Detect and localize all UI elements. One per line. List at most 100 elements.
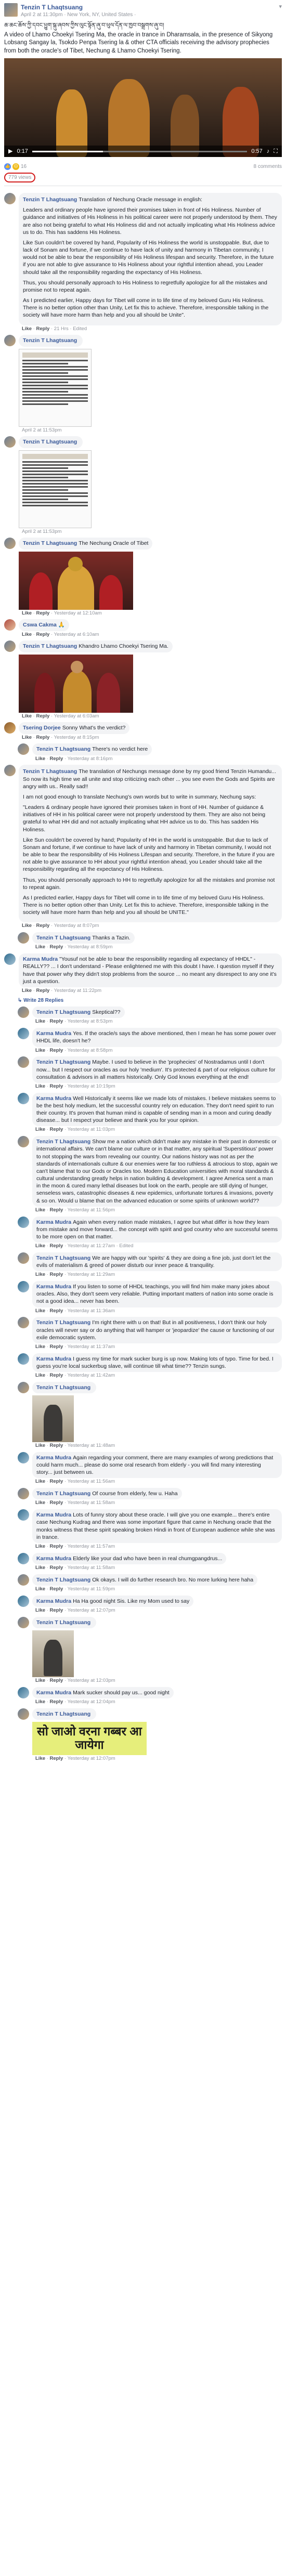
like-link[interactable]: Like (35, 1083, 45, 1089)
comment-time[interactable]: Yesterday at 11:27am · Edited (68, 1243, 134, 1249)
commenter-name[interactable]: Tenzin T Lhagtsuang (36, 1059, 90, 1065)
like-link[interactable]: Like (35, 1607, 45, 1613)
like-link[interactable]: Like (35, 1048, 45, 1053)
avatar[interactable] (18, 1056, 29, 1068)
avatar[interactable] (4, 640, 16, 652)
comment-time[interactable]: Yesterday at 8:16pm (68, 756, 113, 762)
gif-image[interactable] (32, 1395, 74, 1443)
reply-link[interactable]: Reply (36, 632, 49, 637)
comment-time[interactable]: Yesterday at 11:36am (68, 1308, 115, 1314)
commenter-name[interactable]: Karma Mudra (36, 1598, 71, 1604)
commenter-name[interactable]: Karma Mudra (36, 1555, 71, 1562)
commenter-name[interactable]: Tenzin T Lhagtsuang (36, 1139, 90, 1145)
comment-time[interactable]: Yesterday at 11:48am (68, 1443, 115, 1448)
avatar[interactable] (18, 1452, 29, 1463)
commenter-name[interactable]: Tenzin T Lhagtsuang (36, 1711, 90, 1717)
comment-time[interactable]: Yesterday at 6:10am (54, 632, 99, 637)
like-link[interactable]: Like (22, 923, 32, 929)
like-link[interactable]: Like (22, 713, 32, 719)
avatar[interactable] (18, 1092, 29, 1104)
oracle-photo[interactable] (19, 551, 133, 610)
commenter-name[interactable]: Tenzin T Lhagtsuang (36, 935, 90, 941)
commenter-name[interactable]: Tsering Dorjee (23, 725, 61, 731)
commenter-name[interactable]: Karma Mudra (36, 1455, 71, 1461)
comment-time[interactable]: April 2 at 11:53pm (22, 529, 61, 534)
avatar[interactable] (18, 1006, 29, 1018)
commenter-name[interactable]: Tenzin T Lhagtsuang (36, 1577, 90, 1583)
reply-link[interactable]: Reply (49, 756, 63, 762)
comment-time[interactable]: Yesterday at 12:07pm (68, 1607, 115, 1613)
reply-link[interactable]: Reply (49, 1607, 63, 1613)
like-link[interactable]: Like (35, 1586, 45, 1592)
reply-link[interactable]: Reply (49, 1344, 63, 1350)
commenter-name[interactable]: Tenzin T Lhagtsuang (23, 337, 77, 344)
avatar[interactable] (18, 1708, 29, 1720)
like-link[interactable]: Like (35, 1678, 45, 1683)
comment-time[interactable]: Yesterday at 11:22pm (54, 988, 101, 993)
commenter-name[interactable]: Karma Mudra (36, 1284, 71, 1290)
avatar[interactable] (4, 335, 16, 347)
reply-link[interactable]: Reply (49, 1272, 63, 1277)
hindi-meme-banner[interactable]: सो जाओ वरना गब्बर आ जायेगा (32, 1721, 147, 1755)
avatar[interactable] (18, 1281, 29, 1293)
commenter-name[interactable]: Tenzin T Lhagtsuang (36, 746, 90, 752)
avatar[interactable] (18, 1136, 29, 1148)
post-date[interactable]: April 2 at 11:30pm · New York, NY, Unite… (21, 11, 136, 19)
like-link[interactable]: Like (22, 988, 32, 993)
comment-time[interactable]: Yesterday at 12:07pm (68, 1756, 115, 1761)
comment-time[interactable]: Yesterday at 6:03am (54, 713, 99, 719)
document-image[interactable] (19, 450, 92, 528)
reply-link[interactable]: Reply (36, 923, 49, 929)
avatar[interactable] (18, 1552, 29, 1564)
commenter-name[interactable]: Karma Mudra (23, 956, 58, 962)
avatar[interactable] (4, 619, 16, 631)
like-link[interactable]: Like (35, 1443, 45, 1448)
reply-link[interactable]: Reply (49, 1308, 63, 1314)
author-name[interactable]: Tenzin T Lhaqtsuang (21, 3, 136, 11)
like-link[interactable]: Like (35, 1544, 45, 1549)
commenter-name[interactable]: Karma Mudra (36, 1512, 71, 1518)
comment-time[interactable]: Yesterday at 11:37am (68, 1344, 115, 1350)
reply-link[interactable]: Reply (49, 944, 63, 950)
comment-time[interactable]: Yesterday at 11:58am (68, 1565, 115, 1571)
comment-time[interactable]: Yesterday at 11:57am (68, 1544, 115, 1549)
reply-link[interactable]: Reply (36, 610, 49, 616)
comment-time[interactable]: Yesterday at 11:29am (68, 1272, 115, 1277)
commenter-name[interactable]: Tenzin T Lhagtsuang (36, 1009, 90, 1015)
commenter-name[interactable]: Karma Mudra (36, 1356, 71, 1362)
commenter-name[interactable]: Karma Mudra (36, 1095, 71, 1102)
avatar[interactable] (4, 765, 16, 777)
commenter-name[interactable]: Karma Mudra (36, 1219, 71, 1225)
reply-link[interactable]: Reply (49, 1479, 63, 1484)
comment-time[interactable]: Yesterday at 8:07pm (54, 923, 99, 929)
like-link[interactable]: Like (35, 944, 45, 950)
comment-count[interactable]: 8 comments (254, 163, 282, 171)
like-link[interactable]: Like (35, 1272, 45, 1277)
reply-link[interactable]: Reply (49, 1756, 63, 1761)
comment-time[interactable]: Yesterday at 8:15pm (54, 735, 99, 740)
avatar[interactable] (18, 932, 29, 944)
like-link[interactable]: Like (35, 1500, 45, 1506)
reply-link[interactable]: Reply (49, 1127, 63, 1132)
reply-link[interactable]: Reply (36, 735, 49, 740)
like-link[interactable]: Like (35, 1127, 45, 1132)
like-link[interactable]: Like (35, 1018, 45, 1024)
like-link[interactable]: Like (35, 1344, 45, 1350)
like-link[interactable]: Like (35, 756, 45, 762)
reply-link[interactable]: Reply (49, 1678, 63, 1683)
comment-time[interactable]: Yesterday at 11:56am (68, 1479, 115, 1484)
post-options-icon[interactable]: ▾ (279, 3, 282, 11)
reply-link[interactable]: Reply (36, 713, 49, 719)
avatar[interactable] (18, 1252, 29, 1264)
avatar[interactable] (18, 1488, 29, 1500)
like-link[interactable]: Like (22, 326, 32, 332)
reply-link[interactable]: Reply (49, 1083, 63, 1089)
comment-time[interactable]: Yesterday at 12:04pm (68, 1699, 115, 1705)
reply-link[interactable]: Reply (49, 1544, 63, 1549)
like-link[interactable]: Like (35, 1756, 45, 1761)
reply-link[interactable]: Reply (49, 1372, 63, 1378)
avatar[interactable] (18, 1381, 29, 1393)
comment-time[interactable]: Yesterday at 11:56pm (68, 1207, 115, 1213)
reply-link[interactable]: Reply (49, 1018, 63, 1024)
fullscreen-icon[interactable]: ⛶ (274, 148, 278, 155)
